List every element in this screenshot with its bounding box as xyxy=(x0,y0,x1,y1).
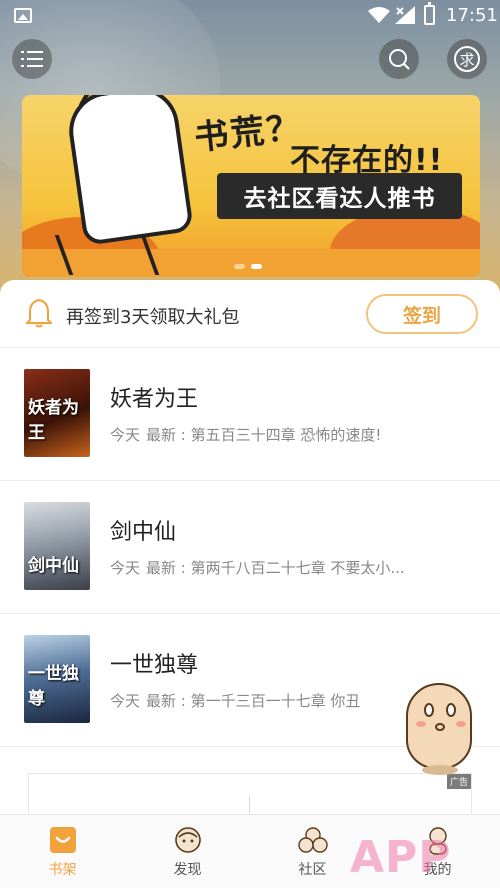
book-cover[interactable]: 剑中仙 xyxy=(24,502,90,590)
menu-button[interactable] xyxy=(12,39,52,79)
nav-label: 书架 xyxy=(48,862,77,878)
nav-item-discover[interactable]: 发现 xyxy=(125,815,250,888)
book-latest-chapter: 今天 最新 : 第两千八百二十七章 不要太小... xyxy=(110,559,405,577)
search-icon xyxy=(389,49,410,70)
book-title: 妖者为王 xyxy=(110,387,199,412)
battery-icon xyxy=(424,2,435,25)
book-title: 剑中仙 xyxy=(110,520,177,545)
book-latest-chapter: 今天 最新 : 第一千三百一十七章 你丑 xyxy=(110,692,361,710)
discover-icon xyxy=(174,827,201,853)
pagination-dot[interactable] xyxy=(234,264,245,269)
nav-item-bookshelf[interactable]: 书架 xyxy=(0,815,125,888)
update-day: 今天 xyxy=(110,692,141,710)
banner-pagination xyxy=(234,264,262,269)
bell-icon xyxy=(26,298,52,328)
nav-label: 发现 xyxy=(173,862,202,878)
book-cover[interactable]: 妖者为王 xyxy=(24,369,90,457)
watermark: APP xyxy=(350,832,452,883)
community-icon xyxy=(297,827,328,853)
status-time: 17:51 xyxy=(446,5,498,26)
banner-title: 书荒？ xyxy=(192,107,305,159)
nav-label: 社区 xyxy=(298,862,327,878)
fox-mascot-illustration xyxy=(64,95,194,246)
update-day: 今天 xyxy=(110,426,141,444)
menu-icon xyxy=(21,51,43,67)
header-area: 17:51 求 书荒？ 不存在的!! 去社区看达人推书 xyxy=(0,0,500,300)
request-book-button[interactable]: 求 xyxy=(447,39,487,79)
status-bar: 17:51 xyxy=(0,0,500,32)
ad-banner[interactable]: 广告 xyxy=(28,773,472,815)
book-title: 一世独尊 xyxy=(110,653,199,678)
bookshelf-icon xyxy=(49,827,76,853)
book-item[interactable]: 剑中仙 剑中仙 今天 最新 : 第两千八百二十七章 不要太小... xyxy=(0,481,500,614)
pagination-dot-active[interactable] xyxy=(251,264,262,269)
book-latest-chapter: 今天 最新 : 第五百三十四章 恐怖的速度! xyxy=(110,426,382,444)
update-day: 今天 xyxy=(110,559,141,577)
signal-icon xyxy=(395,6,415,24)
book-cover[interactable]: 一世独尊 xyxy=(24,635,90,723)
wifi-icon xyxy=(368,7,390,23)
signin-text: 再签到3天领取大礼包 xyxy=(66,307,240,328)
banner-board-text: 去社区看达人推书 xyxy=(217,173,462,219)
image-icon xyxy=(14,8,32,23)
ad-tag: 广告 xyxy=(446,774,471,789)
floating-mascot-icon[interactable] xyxy=(406,683,472,775)
book-item[interactable]: 妖者为王 妖者为王 今天 最新 : 第五百三十四章 恐怖的速度! xyxy=(0,348,500,481)
search-button[interactable] xyxy=(379,39,419,79)
signin-button[interactable]: 签到 xyxy=(366,294,478,334)
signin-row: 再签到3天领取大礼包 签到 xyxy=(0,280,500,348)
promo-banner[interactable]: 书荒？ 不存在的!! 去社区看达人推书 xyxy=(22,95,480,277)
request-label: 求 xyxy=(454,46,480,72)
